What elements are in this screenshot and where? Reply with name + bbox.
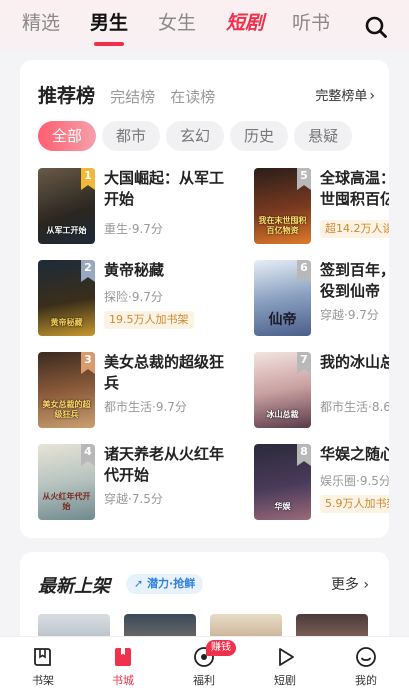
bookshelf-count-tag: 19.5万人加书架 xyxy=(104,311,194,329)
book-item[interactable]: 华娱 8 华娱之随心所欲 娱乐圈·9.5分 5.9万人加书架 xyxy=(254,444,389,522)
book-item[interactable]: 从军工开始 1 大国崛起：从军工开始 重生·9.7分 xyxy=(38,168,238,246)
nav-bookshelf[interactable]: 书架 xyxy=(13,645,73,688)
tab-audiobook[interactable]: 听书 xyxy=(292,10,330,36)
more-label: 更多 xyxy=(330,577,359,593)
more-link[interactable]: 更多 › xyxy=(331,574,369,594)
tab-short-drama[interactable]: 短剧 xyxy=(226,10,264,36)
book-meta: 穿越·7.5分 xyxy=(104,492,163,506)
book-meta: 探险·9.7分 xyxy=(104,290,163,304)
rank-badge: 3 xyxy=(81,352,95,374)
nav-profile[interactable]: 我的 xyxy=(336,645,396,688)
book-cover: 从火红年代开始 4 xyxy=(38,444,95,520)
book-cover: 我在末世囤积百亿物资 5 xyxy=(254,168,311,244)
cover-title: 从火红年代开始 xyxy=(42,492,91,511)
ranking-tabs: 推荐榜 完结榜 在读榜 xyxy=(38,81,225,108)
book-item[interactable]: 仙帝 6 签到百年，我在杂役到仙帝 穿越·9.7分 xyxy=(254,260,389,338)
book-cover: 美女总裁的超级狂兵 3 xyxy=(38,352,95,428)
rank-badge: 6 xyxy=(297,260,311,282)
ranking-card: 推荐榜 完结榜 在读榜 完整榜单 › 全部 都市 玄幻 历史 悬疑 从军工开始 1 大国崛… xyxy=(20,60,389,538)
bookstore-icon xyxy=(115,648,131,666)
book-meta: 都市生活·8.6分 xyxy=(320,400,389,414)
chip-all[interactable]: 全部 xyxy=(38,121,97,151)
nav-label: 短剧 xyxy=(274,674,296,687)
read-count-tag: 超14.2万人读 xyxy=(320,220,389,238)
book-title: 全球高温：我在末世囤积百亿物资 xyxy=(320,169,389,208)
full-rank-link[interactable]: 完整榜单 › xyxy=(315,85,375,104)
chip-urban[interactable]: 都市 xyxy=(102,121,161,151)
rank-badge: 8 xyxy=(297,444,311,466)
bookshelf-count-tag: 5.9万人加书架 xyxy=(320,495,389,513)
book-meta: 重生·9.7分 xyxy=(104,222,163,236)
book-meta: 娱乐圈·9.5分 xyxy=(320,474,389,488)
tab-featured[interactable]: 精选 xyxy=(22,10,60,36)
book-title: 诸天养老从火红年代开始 xyxy=(104,445,225,484)
cover-title: 我在末世囤积百亿物资 xyxy=(258,216,307,235)
rank-badge: 1 xyxy=(81,168,95,190)
potential-badge-label: 潜力·抢鲜 xyxy=(147,577,196,590)
book-cover: 冰山总裁 7 xyxy=(254,352,311,428)
earn-money-badge: 赚钱 xyxy=(206,640,236,656)
rank-badge: 4 xyxy=(81,444,95,466)
cover-title: 美女总裁的超级狂兵 xyxy=(42,400,91,419)
chip-mystery[interactable]: 悬疑 xyxy=(294,121,353,151)
book-title: 签到百年，我在杂役到仙帝 xyxy=(320,261,389,300)
book-title: 大国崛起：从军工开始 xyxy=(104,169,225,208)
top-tab-bar: 精选 男生 女生 短剧 听书 xyxy=(0,0,409,50)
book-cover: 仙帝 6 xyxy=(254,260,311,336)
nav-label: 书城 xyxy=(112,674,134,687)
full-rank-label: 完整榜单 xyxy=(315,89,368,104)
nav-welfare[interactable]: 赚钱 福利 xyxy=(174,640,236,688)
tab-finished-rank[interactable]: 完结榜 xyxy=(110,86,155,107)
book-title: 我的冰山总裁老婆 xyxy=(320,353,389,371)
book-meta: 穿越·9.7分 xyxy=(320,308,379,322)
book-item[interactable]: 黄帝秘藏 2 黄帝秘藏 探险·9.7分 19.5万人加书架 xyxy=(38,260,238,338)
bottom-nav: 书架 书城 赚钱 福利 短剧 我的 xyxy=(0,636,409,688)
book-cover: 华娱 8 xyxy=(254,444,311,520)
play-icon xyxy=(279,648,294,666)
cover-title: 华娱 xyxy=(274,502,291,511)
chip-fantasy[interactable]: 玄幻 xyxy=(166,121,225,151)
category-chips: 全部 都市 玄幻 历史 悬疑 xyxy=(38,121,358,151)
rank-badge: 2 xyxy=(81,260,95,282)
tab-female[interactable]: 女生 xyxy=(158,10,196,36)
book-title: 美女总裁的超级狂兵 xyxy=(104,353,225,392)
book-title: 黄帝秘藏 xyxy=(104,261,165,279)
nav-bookstore[interactable]: 书城 xyxy=(93,645,153,688)
rank-badge: 7 xyxy=(297,352,311,374)
cover-title: 冰山总裁 xyxy=(266,410,299,419)
book-item[interactable]: 从火红年代开始 4 诸天养老从火红年代开始 穿越·7.5分 xyxy=(38,444,238,522)
book-cover: 黄帝秘藏 2 xyxy=(38,260,95,336)
nav-label: 我的 xyxy=(355,674,377,687)
book-item[interactable]: 我在末世囤积百亿物资 5 全球高温：我在末世囤积百亿物资 超14.2万人读 xyxy=(254,168,389,246)
chevron-right-icon: › xyxy=(358,577,369,593)
cover-title: 黄帝秘藏 xyxy=(50,318,83,327)
cover-title: 仙帝 xyxy=(268,312,297,328)
book-item[interactable]: 美女总裁的超级狂兵 3 美女总裁的超级狂兵 都市生活·9.7分 xyxy=(38,352,238,430)
book-meta: 都市生活·9.7分 xyxy=(104,400,187,414)
book-item[interactable]: 冰山总裁 7 我的冰山总裁老婆 都市生活·8.6分 xyxy=(254,352,389,430)
cover-title: 从军工开始 xyxy=(46,226,87,235)
nav-label: 福利 xyxy=(193,674,215,687)
smile-icon xyxy=(356,647,376,667)
chip-history[interactable]: 历史 xyxy=(230,121,289,151)
rank-badge: 5 xyxy=(297,168,311,190)
chevron-right-icon: › xyxy=(369,88,375,104)
nav-short-drama[interactable]: 短剧 xyxy=(255,645,315,688)
book-title: 华娱之随心所欲 xyxy=(320,445,389,463)
nav-label: 书架 xyxy=(32,674,54,687)
search-icon[interactable] xyxy=(364,15,388,39)
new-shelf-title: 最新上架 xyxy=(38,576,110,597)
tab-male[interactable]: 男生 xyxy=(90,10,128,46)
rocket-icon: ➚ xyxy=(134,577,144,590)
tab-recommend-rank[interactable]: 推荐榜 xyxy=(38,81,95,108)
book-icon xyxy=(34,648,51,666)
tab-reading-rank[interactable]: 在读榜 xyxy=(170,86,215,107)
book-cover: 从军工开始 1 xyxy=(38,168,95,244)
potential-badge: ➚ 潜力·抢鲜 xyxy=(126,574,204,594)
